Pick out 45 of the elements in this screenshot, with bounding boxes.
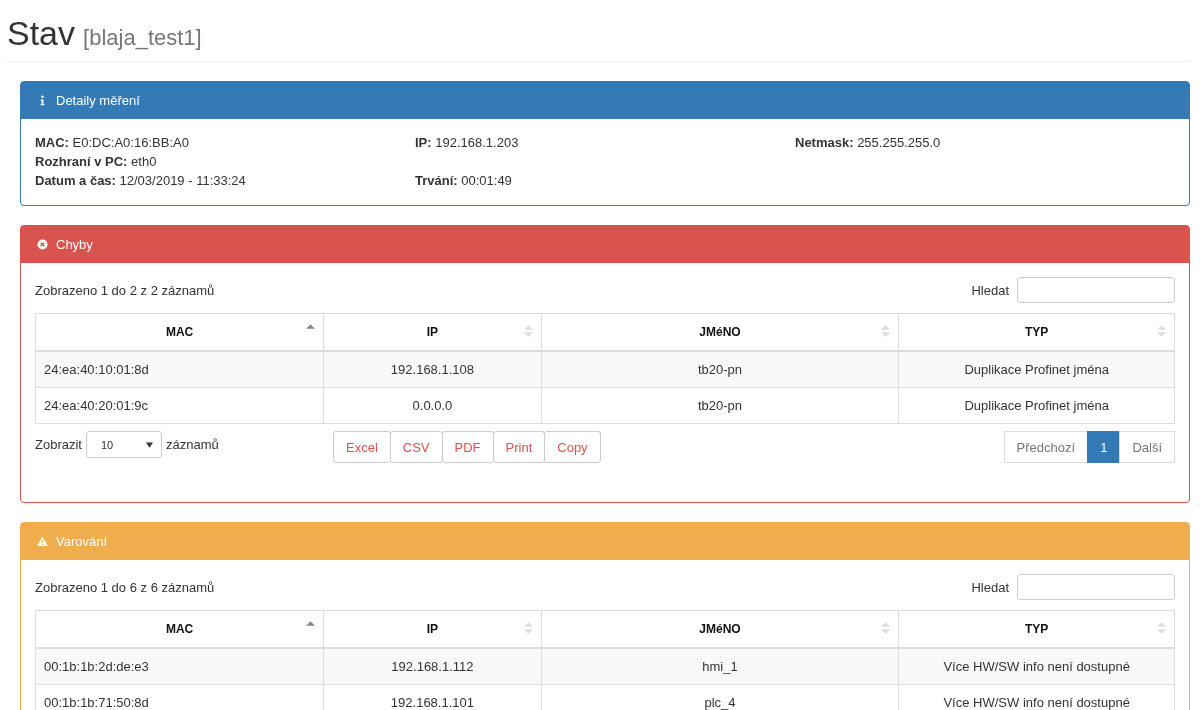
pagination-button[interactable]: Předchozí [1003,431,1089,463]
table-cell: Více HW/SW info není dostupné [898,648,1175,685]
export-button[interactable]: PDF [441,431,494,463]
search-label: Hledat [971,282,1009,298]
table-cell: tb20-pn [541,351,899,388]
panel-title: Detaily měření [56,93,140,108]
table-cell: 0.0.0.0 [323,387,542,424]
table-cell: Duplikace Profinet jména [898,387,1175,424]
detail-text: MAC: E0:DC:A0:16:BB:A0 [35,135,189,150]
export-button[interactable]: Print [492,431,546,463]
page-size-select[interactable]: 10 [85,431,162,458]
table-info: Zobrazeno 1 do 2 z 2 záznamů [35,282,215,298]
detail-text: Rozhraní v PC: eth0 [35,154,157,169]
export-button[interactable]: Excel [333,431,391,463]
info-icon [37,95,48,106]
table-cell: Duplikace Profinet jména [898,351,1175,388]
detail-text: Netmask: 255.255.255.0 [795,135,941,150]
table-cell: 24:ea:40:10:01:8d [35,351,324,388]
detail-text: IP: 192.168.1.203 [415,135,519,150]
table-cell: tb20-pn [541,387,899,424]
detail-text: Trvání: 00:01:49 [415,173,512,188]
pagination-button[interactable]: Další [1119,431,1175,463]
search-label: Hledat [971,579,1009,595]
length-label: záznamů [165,437,219,452]
panel-title: Varování [56,534,108,549]
length-label: Zobrazit [35,437,82,452]
table-cell: 00:1b:1b:2d:de:e3 [35,648,324,685]
table-cell: 192.168.1.112 [323,648,542,685]
warning-icon [37,536,48,547]
table-info: Zobrazeno 1 do 6 z 6 záznamů [35,579,215,595]
search-field[interactable] [1017,574,1175,600]
table-cell: 00:1b:1b:71:50:8d [35,684,324,710]
pagination-button[interactable]: 1 [1087,431,1121,463]
caret-icon [145,441,153,448]
search-field[interactable] [1017,277,1175,303]
page-title: Stav [7,14,76,53]
export-button[interactable]: CSV [389,431,443,463]
table-cell: 24:ea:40:20:01:9c [35,387,324,424]
table-cell: hmi_1 [541,648,899,685]
table-cell: 192.168.1.108 [323,351,542,388]
panel-title: Chyby [56,237,93,252]
error-icon [37,239,48,250]
page-subtitle: [blaja_test1] [83,25,202,51]
detail-text: Datum a čas: 12/03/2019 - 11:33:24 [35,173,246,188]
export-button[interactable]: Copy [544,431,601,463]
